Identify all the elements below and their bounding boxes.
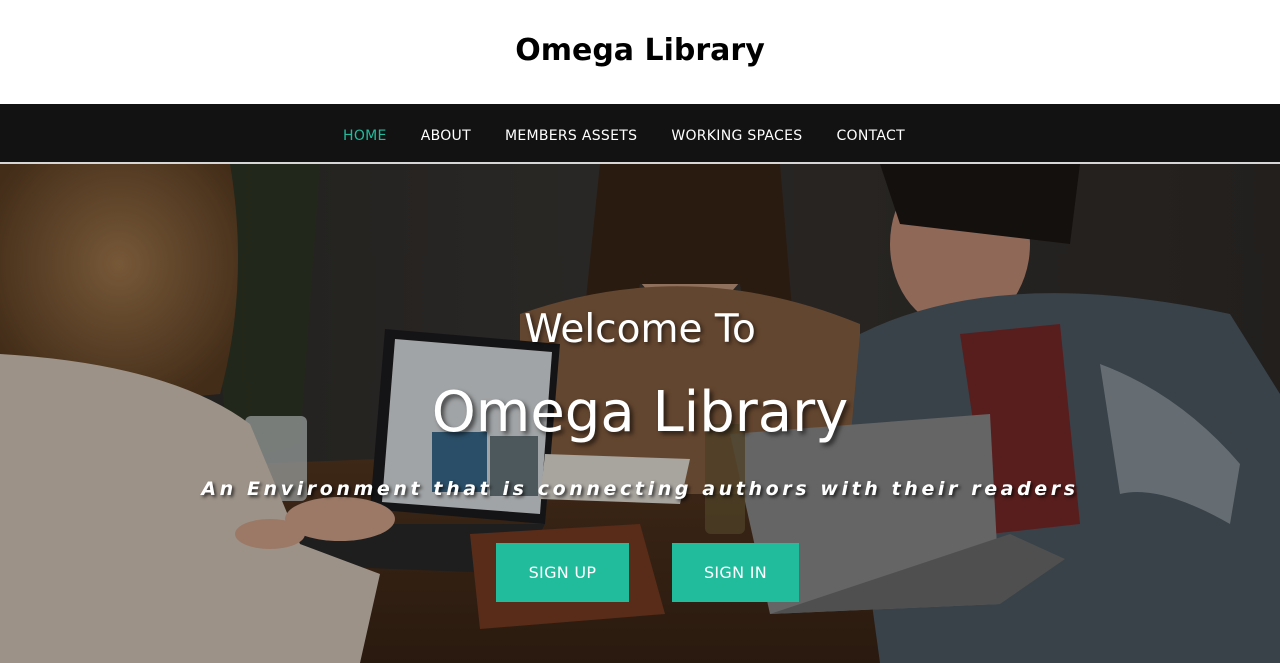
nav-item-members-assets: MEMBERS ASSETS (505, 125, 637, 144)
sign-in-button[interactable]: SIGN IN (672, 543, 799, 602)
nav-link-about[interactable]: ABOUT (421, 128, 471, 144)
hero-tagline: An Environment that is connecting author… (201, 478, 1079, 500)
sign-up-button[interactable]: SIGN UP (496, 543, 629, 602)
nav-item-home: HOME (343, 125, 387, 144)
site-header: Omega Library (0, 0, 1280, 104)
main-navbar: HOME ABOUT MEMBERS ASSETS WORKING SPACES… (0, 104, 1280, 164)
hero-title: Omega Library (431, 380, 849, 445)
nav-list: HOME ABOUT MEMBERS ASSETS WORKING SPACES… (343, 125, 905, 144)
hero-kicker: Welcome To (524, 307, 756, 352)
nav-link-working-spaces[interactable]: WORKING SPACES (671, 128, 802, 144)
nav-item-about: ABOUT (421, 125, 471, 144)
hero-section: Welcome To Omega Library An Environment … (0, 164, 1280, 663)
nav-item-working-spaces: WORKING SPACES (671, 125, 802, 144)
hero-content: Welcome To Omega Library An Environment … (0, 164, 1280, 663)
site-title: Omega Library (515, 32, 765, 68)
nav-link-contact[interactable]: CONTACT (836, 128, 905, 144)
nav-item-contact: CONTACT (836, 125, 905, 144)
nav-link-home[interactable]: HOME (343, 128, 387, 144)
hero-buttons: SIGN UP SIGN IN (0, 543, 1280, 602)
nav-link-members-assets[interactable]: MEMBERS ASSETS (505, 128, 637, 144)
